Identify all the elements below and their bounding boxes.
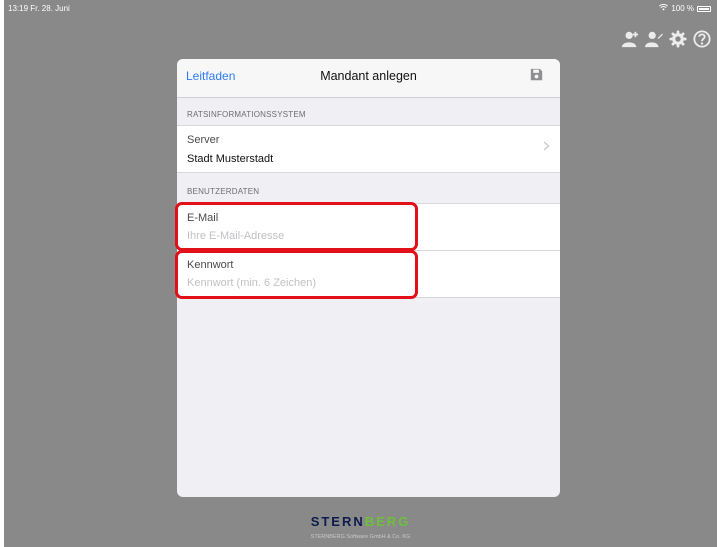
user-data-group: E-Mail Kennwort	[177, 203, 560, 298]
server-row[interactable]: Server Stadt Musterstadt	[177, 126, 560, 172]
password-row: Kennwort	[177, 251, 560, 297]
save-icon	[530, 68, 543, 81]
user-add-icon[interactable]	[621, 30, 639, 48]
section-header-user: BENUTZERDATEN	[187, 187, 260, 196]
status-indicators: 100 %	[659, 3, 711, 13]
logo-part1: STERN	[310, 514, 365, 529]
dialog-title: Mandant anlegen	[320, 69, 417, 83]
battery-icon	[697, 5, 711, 12]
toolbar-icons	[621, 30, 711, 48]
logo-wordmark: STERNBERG	[4, 514, 717, 529]
user-edit-icon[interactable]	[645, 30, 663, 48]
server-label: Server	[187, 134, 220, 146]
email-label: E-Mail	[187, 212, 219, 224]
dialog-nav-bar: Leitfaden Mandant anlegen	[177, 59, 560, 98]
company-logo: STERNBERG STERNBERG Software GmbH & Co. …	[4, 514, 717, 540]
email-field[interactable]	[187, 230, 407, 242]
section-header-system: RATSINFORMATIONSSYSTEM	[187, 110, 306, 119]
status-bar: 13:19 Fr. 28. Juni 100 %	[4, 0, 717, 16]
password-field[interactable]	[187, 277, 407, 289]
save-button[interactable]	[530, 68, 546, 84]
chevron-right-icon	[543, 141, 550, 151]
logo-part2: BERG	[364, 514, 411, 529]
server-group: Server Stadt Musterstadt	[177, 125, 560, 173]
app-screen: 13:19 Fr. 28. Juni 100 % Leitfaden Manda…	[4, 0, 717, 547]
email-row: E-Mail	[177, 204, 560, 250]
help-icon[interactable]	[693, 30, 711, 48]
password-label: Kennwort	[187, 259, 234, 271]
gear-icon[interactable]	[669, 30, 687, 48]
create-client-dialog: Leitfaden Mandant anlegen RATSINFORMATIO…	[177, 59, 560, 497]
status-time: 13:19 Fr. 28. Juni	[8, 4, 70, 13]
battery-percent: 100 %	[671, 4, 694, 13]
logo-subtitle: STERNBERG Software GmbH & Co. KG	[310, 534, 411, 540]
server-value: Stadt Musterstadt	[187, 153, 274, 165]
wifi-icon	[659, 3, 669, 13]
